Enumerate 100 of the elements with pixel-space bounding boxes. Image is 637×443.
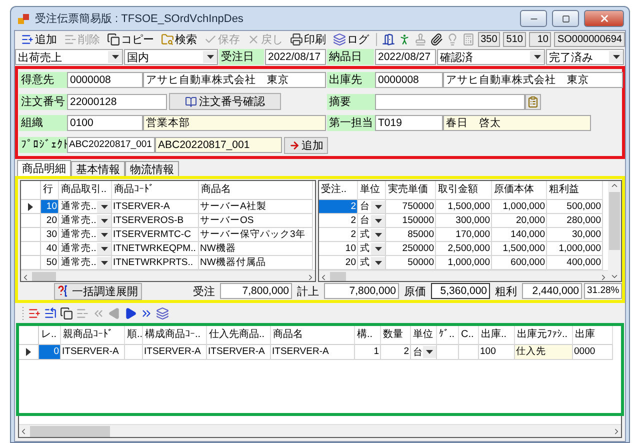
layers-icon xyxy=(333,33,346,46)
table-cell: ITSERVERMTC-C xyxy=(112,228,199,242)
vertical-scrollbar[interactable] xyxy=(608,181,621,281)
combo-cell[interactable]: 通常売.. xyxy=(59,256,112,270)
combo-cell[interactable]: 通常売.. xyxy=(59,228,112,242)
total-field: 2,440,000 xyxy=(522,283,582,299)
toolbar-button[interactable]: コピー xyxy=(105,32,156,48)
table-cell: 1,000,000 xyxy=(547,242,603,256)
code-field[interactable]: 0000008 xyxy=(67,72,143,88)
date-field[interactable]: 2022/08/17 xyxy=(265,49,326,65)
combo-cell[interactable]: 台 xyxy=(358,214,386,228)
code-field[interactable]: 0100 xyxy=(67,115,143,132)
clipboard-button[interactable] xyxy=(525,94,541,110)
summary-field[interactable] xyxy=(375,94,525,110)
table-cell: サーバーOS xyxy=(199,214,313,228)
table-cell: 250000 xyxy=(386,242,436,256)
date-field[interactable]: 2022/08/27 xyxy=(375,49,436,65)
row-pointer-icon xyxy=(28,202,33,210)
code-field[interactable]: ABC20220817_001 xyxy=(67,137,155,154)
confirm-button[interactable]: 注文番号確認 xyxy=(169,93,281,110)
combo-cell[interactable]: 台 xyxy=(411,345,437,360)
total-field: 5,360,000 xyxy=(431,283,490,299)
combo-cell[interactable]: 台 xyxy=(358,200,386,214)
table-cell: 600,000 xyxy=(492,256,547,270)
row-tool-button[interactable] xyxy=(124,306,137,322)
tab[interactable]: 物流情報 xyxy=(125,161,179,176)
bulk-expand-button[interactable]: 一括調達展開 xyxy=(54,282,142,300)
table-cell xyxy=(125,345,143,360)
close-icon xyxy=(598,13,610,24)
first-icon xyxy=(92,307,105,320)
toolbar-icon-button[interactable] xyxy=(430,32,443,48)
person-icon xyxy=(398,33,411,46)
horizontal-scrollbar[interactable] xyxy=(21,270,315,281)
name-field[interactable]: 営業本部 xyxy=(143,115,326,132)
scrollbar-thumb[interactable] xyxy=(30,426,110,436)
toolbar-button[interactable]: 追加 xyxy=(19,32,59,48)
horizontal-scrollbar[interactable] xyxy=(19,424,621,437)
toolbar-icon-button[interactable] xyxy=(382,32,395,48)
table-cell: ITSERVER-A xyxy=(61,345,125,360)
table-cell: ITSERVEROS-B xyxy=(112,214,199,228)
horizontal-scrollbar[interactable] xyxy=(319,270,608,281)
combo-cell[interactable]: 式 xyxy=(358,256,386,270)
app-icon xyxy=(18,12,30,24)
name-field[interactable]: ABC20220817_001 xyxy=(155,137,282,154)
printer-icon xyxy=(290,33,303,46)
combo-cell[interactable]: 式 xyxy=(358,242,386,256)
close-button[interactable] xyxy=(584,10,624,27)
code-field[interactable]: T019 xyxy=(375,115,443,132)
toolbar-button[interactable]: ログ xyxy=(331,32,371,48)
chevron-up-icon xyxy=(610,181,619,190)
corner-header xyxy=(19,326,39,345)
select-field[interactable]: 出荷売上 xyxy=(15,49,123,65)
name-field[interactable]: 春日 啓太 xyxy=(443,115,591,132)
table-cell: 750000 xyxy=(386,200,436,214)
combo-cell[interactable]: 通常売.. xyxy=(59,214,112,228)
toolbar-button[interactable]: 検索 xyxy=(159,32,199,48)
tab[interactable]: 基本情報 xyxy=(71,161,125,176)
paperclip-icon xyxy=(430,33,443,46)
table-cell: 50000 xyxy=(386,256,436,270)
copy-icon xyxy=(107,33,120,46)
maximize-button[interactable] xyxy=(552,10,579,27)
order-number-field[interactable]: 22000128 xyxy=(67,94,167,110)
dropdown-arrow-icon xyxy=(100,204,108,208)
tab[interactable]: 商品明細 xyxy=(17,160,71,176)
table-cell: ITSERVER-A xyxy=(207,345,271,360)
table-cell: 1,000,000 xyxy=(492,200,547,214)
name-field[interactable]: アサヒ自動車株式会社 東京 xyxy=(143,72,326,88)
row-tool-button[interactable] xyxy=(156,306,169,322)
table-cell: 1 xyxy=(355,345,381,360)
combo-cell[interactable]: 通常売.. xyxy=(59,200,112,214)
minimize-button[interactable] xyxy=(520,10,547,27)
table-cell: NW機器 xyxy=(199,242,313,256)
select-field[interactable]: 国内 xyxy=(124,49,218,65)
scrollbar-thumb[interactable] xyxy=(330,272,346,281)
name-field[interactable]: アサヒ自動車株式会社 東京 xyxy=(443,72,623,88)
table-cell: 300,000 xyxy=(436,214,492,228)
total-label: 計上 xyxy=(296,284,320,298)
table-cell: 10 xyxy=(41,200,59,214)
combo-cell[interactable]: 式 xyxy=(358,228,386,242)
combo-cell[interactable]: 通常売.. xyxy=(59,242,112,256)
total-field: 7,800,000 xyxy=(324,283,399,299)
select-field[interactable]: 完了済み xyxy=(546,49,624,65)
arrow-right-icon xyxy=(288,140,300,151)
table-cell: 2 xyxy=(319,214,358,228)
list-plus-icon xyxy=(21,33,34,46)
table-cell: 2,500,000 xyxy=(436,242,492,256)
toolbar-button[interactable]: 印刷 xyxy=(288,32,328,48)
table-cell: NW機器付属品 xyxy=(199,256,313,270)
list-minus-icon xyxy=(64,33,77,46)
scrollbar-thumb[interactable] xyxy=(32,272,56,281)
code-field[interactable]: 0000008 xyxy=(375,72,443,88)
select-field[interactable]: 確認済 xyxy=(437,49,545,65)
row-tool-button[interactable] xyxy=(60,306,73,322)
dropdown-arrow-icon xyxy=(374,260,382,264)
table-cell: 50 xyxy=(41,256,59,270)
table-cell xyxy=(459,345,479,360)
scrollbar-thumb[interactable] xyxy=(609,192,620,250)
dropdown-arrow-icon xyxy=(374,204,382,208)
field-label: 注文番号 xyxy=(19,94,67,110)
add-button[interactable]: 追加 xyxy=(284,136,328,154)
